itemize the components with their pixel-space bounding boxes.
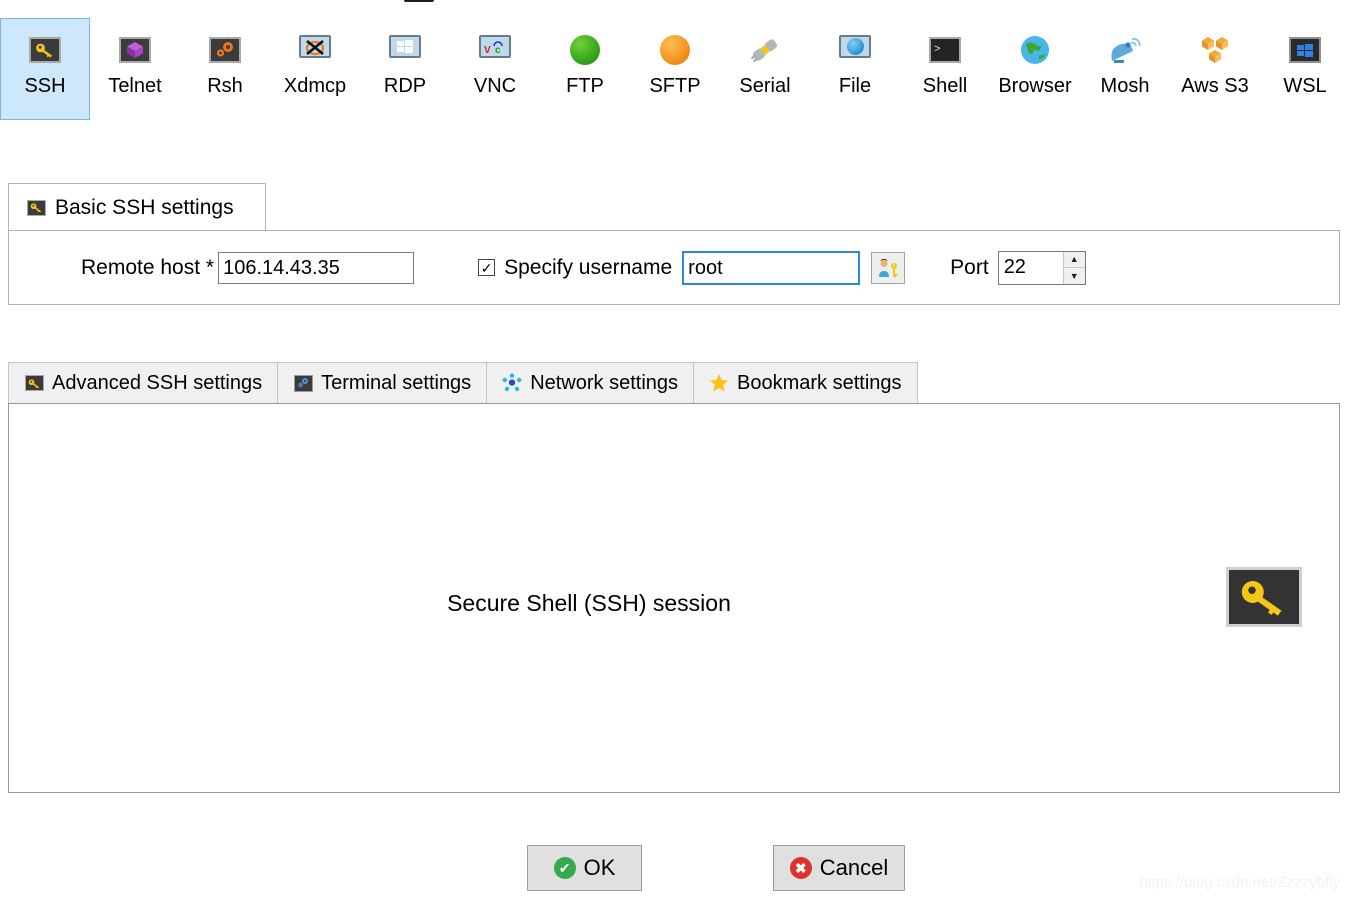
aws-cubes-icon (1198, 33, 1232, 67)
basic-ssh-settings-tab[interactable]: Basic SSH settings (8, 183, 266, 231)
tab-network-settings[interactable]: Network settings (486, 362, 694, 404)
session-type-label: WSL (1283, 75, 1327, 97)
key-icon (24, 373, 44, 393)
session-type-browser[interactable]: Browser (990, 18, 1080, 120)
session-type-sftp[interactable]: SFTP (630, 18, 720, 120)
session-type-vnc[interactable]: Vc VNC (450, 18, 540, 120)
session-type-label: SSH (24, 75, 66, 97)
session-type-label: Serial (739, 75, 791, 97)
specify-username-checkbox[interactable]: ✓ (478, 259, 496, 276)
session-type-label: File (838, 75, 872, 97)
satellite-dish-icon (1108, 33, 1142, 67)
key-icon (27, 199, 46, 216)
session-type-label: Browser (998, 75, 1072, 97)
plug-icon (748, 33, 782, 67)
star-icon (709, 373, 729, 393)
remote-host-label: Remote host * (81, 255, 215, 279)
port-spin-down[interactable]: ▼ (1063, 268, 1085, 284)
port-stepper[interactable]: 22 ▲ ▼ (997, 250, 1086, 285)
tab-terminal-settings[interactable]: Terminal settings (277, 362, 487, 404)
basic-ssh-settings-label: Basic SSH settings (55, 195, 234, 219)
tab-advanced-ssh-settings[interactable]: Advanced SSH settings (8, 362, 278, 404)
session-type-xdmcp[interactable]: Xdmcp (270, 18, 360, 120)
session-type-mosh[interactable]: Mosh (1080, 18, 1170, 120)
clipped-title-artifact (404, 0, 434, 2)
session-type-label: Aws S3 (1181, 75, 1249, 97)
session-type-rsh[interactable]: Rsh (180, 18, 270, 120)
specify-username-label: Specify username (504, 255, 673, 279)
svg-text:c: c (495, 45, 501, 56)
session-type-label: FTP (566, 75, 604, 97)
ok-button[interactable]: ✔ OK (527, 845, 642, 891)
session-caption: Secure Shell (SSH) session (447, 590, 731, 616)
basic-ssh-settings-panel: Remote host * 106.14.43.35 ✓ Specify use… (8, 230, 1340, 305)
orange-globe-icon (658, 33, 692, 67)
port-input[interactable]: 22 (999, 252, 1063, 284)
windows-logo-icon (1288, 33, 1322, 67)
session-type-ftp[interactable]: FTP (540, 18, 630, 120)
port-label: Port (950, 255, 989, 279)
cancel-button[interactable]: ✖ Cancel (773, 845, 905, 891)
session-type-aws-s3[interactable]: Aws S3 (1170, 18, 1260, 120)
session-type-label: Shell (922, 75, 968, 97)
session-type-label: VNC (473, 75, 517, 97)
terminal-gears-icon (293, 373, 313, 393)
port-spinner-arrows[interactable]: ▲ ▼ (1062, 251, 1085, 284)
session-type-label: RDP (383, 75, 427, 97)
windows-monitor-icon (388, 33, 422, 67)
key-icon (1226, 567, 1302, 627)
user-key-icon (879, 258, 899, 278)
watermark-text: https://blog.csdn.net/Zzzzybfly (1139, 874, 1340, 891)
session-type-label: Mosh (1100, 75, 1150, 97)
tab-label: Network settings (530, 371, 679, 394)
tab-label: Terminal settings (321, 371, 472, 394)
session-type-label: SFTP (649, 75, 701, 97)
username-input[interactable]: root (682, 250, 861, 285)
key-icon (28, 33, 62, 67)
ok-button-label: OK (583, 855, 616, 880)
session-type-shell[interactable]: > Shell (900, 18, 990, 120)
session-settings-dialog: SSH Telnet Rsh Xdmcp RDP V c VNC FTP SFT… (0, 0, 1348, 897)
settings-tab-strip: Advanced SSH settings Terminal settings … (8, 362, 918, 404)
tab-label: Advanced SSH settings (52, 371, 263, 394)
user-key-icon-button[interactable] (871, 251, 906, 284)
purple-cube-icon (118, 33, 152, 67)
vnc-monitor-icon: Vc (478, 33, 512, 67)
orange-gears-icon (208, 33, 242, 67)
svg-text:V: V (484, 45, 491, 56)
terminal-prompt-icon: > (928, 33, 962, 67)
session-type-ssh[interactable]: SSH (0, 18, 90, 120)
x-circle-icon: ✖ (789, 857, 812, 879)
session-type-label: Telnet (108, 75, 162, 97)
port-spin-up[interactable]: ▲ (1063, 251, 1085, 268)
network-nodes-icon (502, 373, 522, 393)
session-type-serial[interactable]: Serial (720, 18, 810, 120)
advanced-ssh-settings-panel: Secure Shell (SSH) session (8, 403, 1340, 793)
session-type-file[interactable]: File (810, 18, 900, 120)
tab-bookmark-settings[interactable]: Bookmark settings (693, 362, 918, 404)
session-type-toolbar: SSH Telnet Rsh Xdmcp RDP V c VNC FTP SFT… (0, 18, 1348, 138)
blue-globe-icon (1018, 33, 1052, 67)
x-monitor-icon (298, 33, 332, 67)
remote-host-input[interactable]: 106.14.43.35 (218, 251, 415, 284)
session-type-rdp[interactable]: RDP (360, 18, 450, 120)
tab-label: Bookmark settings (737, 371, 902, 394)
cancel-button-label: Cancel (819, 855, 889, 880)
green-globe-icon (568, 33, 602, 67)
session-type-label: Rsh (207, 75, 243, 97)
check-circle-icon: ✔ (553, 857, 576, 879)
session-type-wsl[interactable]: WSL (1260, 18, 1348, 120)
session-type-label: Xdmcp (283, 75, 347, 97)
session-type-telnet[interactable]: Telnet (90, 18, 180, 120)
globe-monitor-icon (838, 33, 872, 67)
